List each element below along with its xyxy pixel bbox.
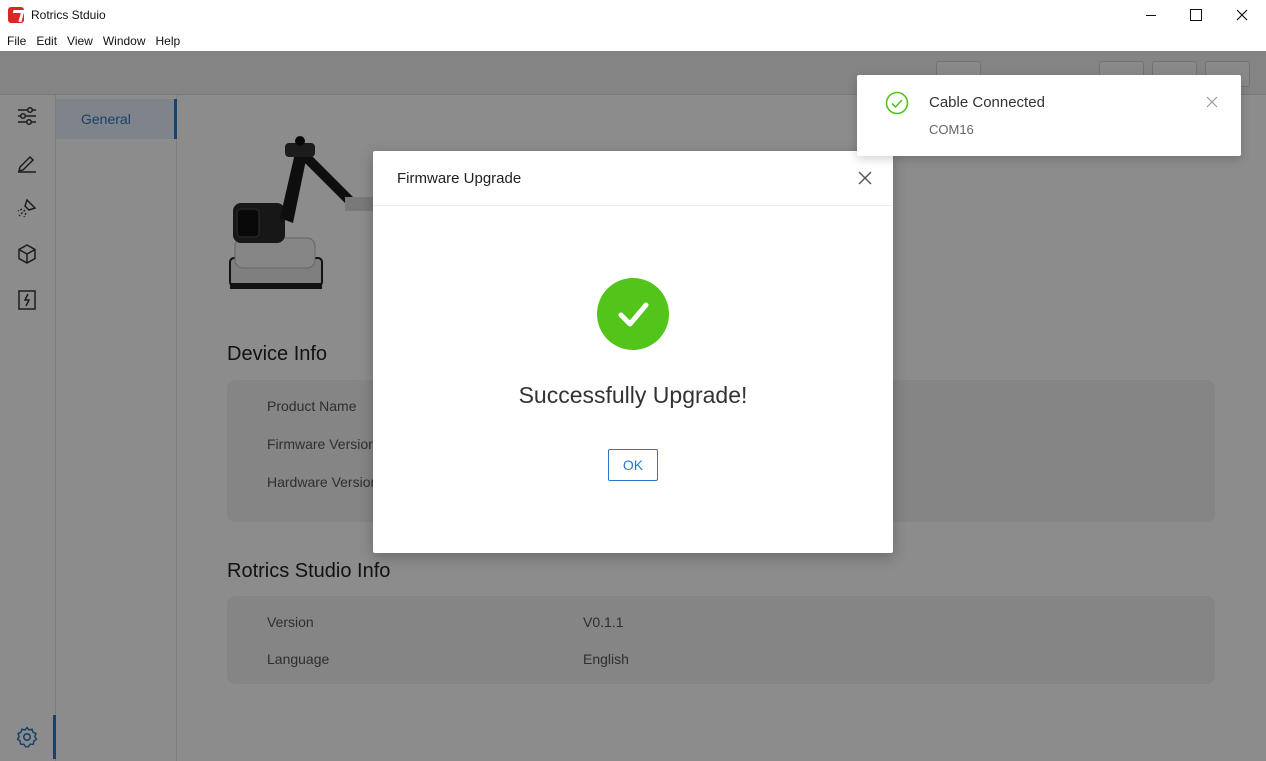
- menu-edit[interactable]: Edit: [36, 34, 57, 48]
- notification-description: COM16: [929, 122, 974, 137]
- minimize-button[interactable]: [1128, 0, 1174, 30]
- dialog-header: Firmware Upgrade: [373, 151, 893, 206]
- close-icon: [1236, 9, 1248, 21]
- dialog-close-icon[interactable]: [857, 170, 873, 186]
- maximize-button[interactable]: [1173, 0, 1219, 30]
- success-check-icon: [597, 278, 669, 350]
- dialog-title: Firmware Upgrade: [397, 170, 522, 187]
- firmware-upgrade-dialog: Firmware Upgrade Successfully Upgrade! O…: [373, 151, 893, 553]
- notification-title: Cable Connected: [929, 94, 1045, 111]
- notification-close-icon[interactable]: [1206, 96, 1218, 108]
- app-logo-icon: [8, 7, 24, 23]
- menu-help[interactable]: Help: [156, 34, 181, 48]
- ok-button[interactable]: OK: [608, 449, 658, 481]
- window-title: Rotrics Stduio: [31, 8, 106, 22]
- menu-bar: File Edit View Window Help: [0, 30, 1266, 51]
- title-bar: Rotrics Stduio: [0, 0, 1266, 30]
- menu-file[interactable]: File: [7, 34, 26, 48]
- menu-window[interactable]: Window: [103, 34, 146, 48]
- success-message: Successfully Upgrade!: [518, 382, 748, 408]
- cable-connected-notification: Cable Connected COM16: [857, 75, 1241, 156]
- close-window-button[interactable]: [1219, 0, 1265, 30]
- menu-view[interactable]: View: [67, 34, 93, 48]
- check-circle-icon: [885, 91, 909, 115]
